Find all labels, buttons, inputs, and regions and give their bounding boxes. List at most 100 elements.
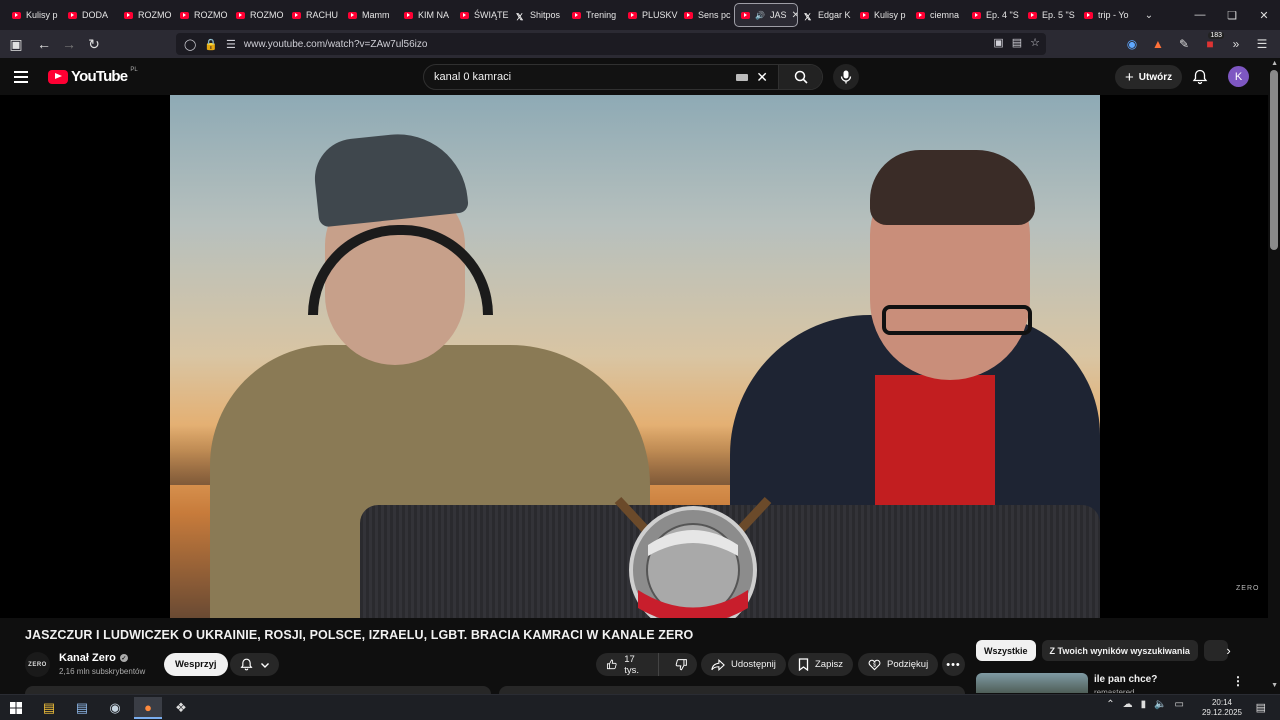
shield-icon[interactable]: ◯: [184, 38, 196, 51]
tab-label: RACHU: [306, 10, 339, 20]
youtube-wordmark: YouTube: [71, 68, 128, 85]
description-card-right[interactable]: [499, 686, 965, 694]
permissions-icon[interactable]: ☰: [226, 38, 236, 51]
video-frame[interactable]: [170, 95, 1100, 618]
tab-label: Shitpos: [530, 10, 561, 20]
thanks-button[interactable]: $ Podziękuj: [858, 653, 939, 676]
browser-tab[interactable]: 𝕏 Shitpos: [510, 3, 566, 27]
vpn-shield-icon[interactable]: ◉: [1122, 34, 1142, 54]
volume-icon[interactable]: 🔈: [1154, 699, 1166, 710]
steam-icon[interactable]: ◉: [101, 697, 129, 719]
channel-name-row[interactable]: Kanał Zero ✓: [59, 652, 128, 664]
search-input[interactable]: kanal 0 kamraci: [424, 71, 736, 83]
scroll-up-arrow-icon[interactable]: ▲: [1271, 60, 1278, 67]
adblock-extension-icon[interactable]: ■ 183: [1200, 32, 1224, 54]
channel-name[interactable]: Kanał Zero: [59, 652, 116, 664]
browser-tab[interactable]: ROZMO: [118, 3, 174, 27]
browser-tab[interactable]: Ep. 5 "S: [1022, 3, 1078, 27]
like-button[interactable]: 17 tys.: [596, 653, 660, 676]
notification-center-icon[interactable]: ▤: [1256, 701, 1266, 714]
bookmark-star-icon[interactable]: ☆: [1030, 36, 1040, 49]
browser-tab[interactable]: trip - Yo: [1078, 3, 1134, 27]
tab-label: Edgar K: [818, 10, 851, 20]
youtube-logo[interactable]: YouTube PL: [48, 67, 138, 85]
save-button[interactable]: Zapisz: [788, 653, 853, 676]
recommended-title[interactable]: ile pan chce?: [1094, 674, 1157, 685]
browser-tab[interactable]: ROZMO: [174, 3, 230, 27]
tray-chevron-up-icon[interactable]: ⌃: [1106, 699, 1114, 710]
picture-in-picture-icon[interactable]: ▣: [993, 36, 1003, 49]
extensions-icon[interactable]: ✎: [1174, 34, 1194, 54]
browser-tab[interactable]: Kulisy p: [854, 3, 910, 27]
reader-view-icon[interactable]: ▤: [1012, 36, 1022, 49]
browser-tab[interactable]: Mamm: [342, 3, 398, 27]
guide-menu-icon[interactable]: [14, 67, 34, 87]
share-button[interactable]: Udostępnij: [701, 653, 786, 676]
lock-icon[interactable]: 🔒: [204, 38, 218, 51]
recommended-menu-icon[interactable]: ⋮: [1232, 674, 1244, 688]
thanks-label: Podziękuj: [887, 659, 929, 670]
description-card-left[interactable]: [25, 686, 491, 694]
close-window-icon[interactable]: ✕: [1248, 0, 1280, 30]
more-actions-button[interactable]: •••: [942, 653, 965, 676]
file-explorer-icon[interactable]: ▤: [35, 697, 63, 719]
browser-tab[interactable]: 🔊JAS✕: [734, 3, 798, 27]
clear-search-icon[interactable]: ✕: [756, 69, 768, 86]
search-button[interactable]: [778, 65, 822, 89]
browser-tab[interactable]: Ep. 4 "S: [966, 3, 1022, 27]
browser-tab[interactable]: 𝕏 Edgar K: [798, 3, 854, 27]
recommended-channel[interactable]: remastered: [1094, 688, 1134, 693]
subscription-notifications-button[interactable]: [230, 653, 279, 676]
youtube-icon: [124, 11, 133, 19]
browser-tab[interactable]: ŚWIĄTE: [454, 3, 510, 27]
firefox-icon[interactable]: ●: [134, 697, 162, 719]
overflow-chevron-icon[interactable]: »: [1226, 34, 1246, 54]
app-icon[interactable]: ❖: [167, 697, 195, 719]
app-menu-icon[interactable]: ☰: [1252, 34, 1272, 54]
cloud-icon[interactable]: ☁: [1123, 699, 1133, 710]
browser-tab[interactable]: Kulisy p: [6, 3, 62, 27]
chip-from-search[interactable]: Z Twoich wyników wyszukiwania: [1041, 640, 1198, 661]
browser-tab[interactable]: Sens pc: [678, 3, 734, 27]
list-all-tabs-icon[interactable]: ⌄: [1138, 10, 1160, 21]
fox-extension-icon[interactable]: ▲: [1148, 34, 1168, 54]
browser-tab[interactable]: ciemna: [910, 3, 966, 27]
browser-tab[interactable]: DODA: [62, 3, 118, 27]
url-bar[interactable]: ◯ 🔒 ☰ www.youtube.com/watch?v=ZAw7ul56iz…: [176, 33, 1046, 55]
video-player[interactable]: ZERO: [0, 95, 1268, 618]
tab-label: Kulisy p: [26, 10, 58, 20]
scroll-down-arrow-icon[interactable]: ▼: [1271, 682, 1278, 689]
browser-tab[interactable]: RACHU: [286, 3, 342, 27]
url-text[interactable]: www.youtube.com/watch?v=ZAw7ul56izo: [244, 39, 428, 50]
audio-playing-icon[interactable]: 🔊: [755, 11, 765, 20]
notifications-icon[interactable]: [1190, 67, 1210, 87]
reload-icon[interactable]: ↻: [82, 32, 106, 56]
chevron-right-icon[interactable]: ›: [1220, 642, 1237, 659]
account-avatar[interactable]: K: [1228, 66, 1249, 87]
search-box[interactable]: kanal 0 kamraci ✕: [423, 64, 823, 90]
windows-start-icon[interactable]: [2, 697, 30, 719]
chip-all[interactable]: Wszystkie: [976, 640, 1036, 661]
taskbar-clock[interactable]: 20:14 29.12.2025: [1202, 698, 1242, 718]
browser-tab[interactable]: PLUSKV: [622, 3, 678, 27]
browser-tab[interactable]: ROZMO: [230, 3, 286, 27]
keyboard-icon[interactable]: [736, 73, 749, 81]
computer-icon[interactable]: ▤: [68, 697, 96, 719]
microphone-tray-icon[interactable]: ▮: [1141, 699, 1147, 710]
channel-avatar[interactable]: ZERO: [25, 652, 50, 677]
browser-tab[interactable]: Trening: [566, 3, 622, 27]
network-icon[interactable]: ▭: [1175, 699, 1184, 710]
forward-icon[interactable]: →: [57, 32, 81, 56]
create-button[interactable]: + Utwórz: [1115, 65, 1183, 89]
sidebar-toggle-icon[interactable]: ▣: [4, 32, 28, 56]
dislike-button[interactable]: [665, 653, 697, 676]
browser-tab-strip: Kulisy p DODA ROZMO ROZMO ROZMO RACHU Mamm KIM …: [0, 0, 1280, 30]
minimize-icon[interactable]: —: [1184, 0, 1216, 30]
support-button[interactable]: Wesprzyj: [164, 653, 228, 676]
voice-search-button[interactable]: [833, 64, 859, 90]
scrollbar-thumb[interactable]: [1270, 70, 1278, 250]
restore-icon[interactable]: ❏: [1216, 0, 1248, 30]
browser-tab[interactable]: KIM NA: [398, 3, 454, 27]
back-icon[interactable]: ←: [32, 32, 56, 56]
recommended-thumbnail[interactable]: [976, 673, 1088, 693]
